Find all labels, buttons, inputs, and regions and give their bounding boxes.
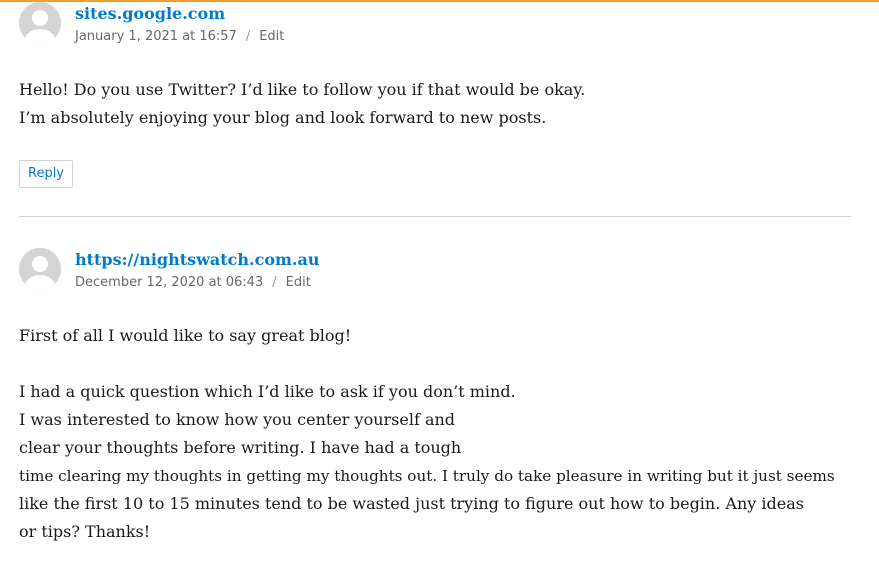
avatar xyxy=(19,248,61,290)
comment-author-link[interactable]: https://nightswatch.com.au xyxy=(75,250,320,269)
user-silhouette-icon xyxy=(19,248,61,290)
comment-meta: December 12, 2020 at 06:43 / Edit xyxy=(75,275,311,290)
comment-divider xyxy=(19,216,851,217)
comment-text-line: Hello! Do you use Twitter? I’d like to f… xyxy=(19,80,586,99)
comment-text-line: I’m absolutely enjoying your blog and lo… xyxy=(19,108,547,127)
comment-text-line: I had a quick question which I’d like to… xyxy=(19,382,516,401)
meta-separator: / xyxy=(245,29,251,44)
user-silhouette-icon xyxy=(19,2,61,44)
comment-meta: January 1, 2021 at 16:57 / Edit xyxy=(75,29,284,44)
comment-text-line: I was interested to know how you center … xyxy=(19,410,456,429)
reply-button[interactable]: Reply xyxy=(19,160,74,188)
comment-text-line: clear your thoughts before writing. I ha… xyxy=(19,438,462,457)
comment-date-link[interactable]: December 12, 2020 at 06:43 xyxy=(75,275,263,290)
edit-link[interactable]: Edit xyxy=(259,29,284,44)
comment-text-line: like the first 10 to 15 minutes tend to … xyxy=(19,494,804,513)
comment-date-link[interactable]: January 1, 2021 at 16:57 xyxy=(75,29,237,44)
comment-text-line: or tips? Thanks! xyxy=(19,522,151,541)
top-border xyxy=(0,0,879,2)
meta-separator: / xyxy=(272,275,277,290)
comment-text-line: time clearing my thoughts in getting my … xyxy=(19,467,835,485)
edit-link[interactable]: Edit xyxy=(286,275,311,290)
comment-text-line: First of all I would like to say great b… xyxy=(19,326,352,345)
comment-author-link[interactable]: sites.google.com xyxy=(75,4,225,23)
avatar xyxy=(19,2,61,44)
